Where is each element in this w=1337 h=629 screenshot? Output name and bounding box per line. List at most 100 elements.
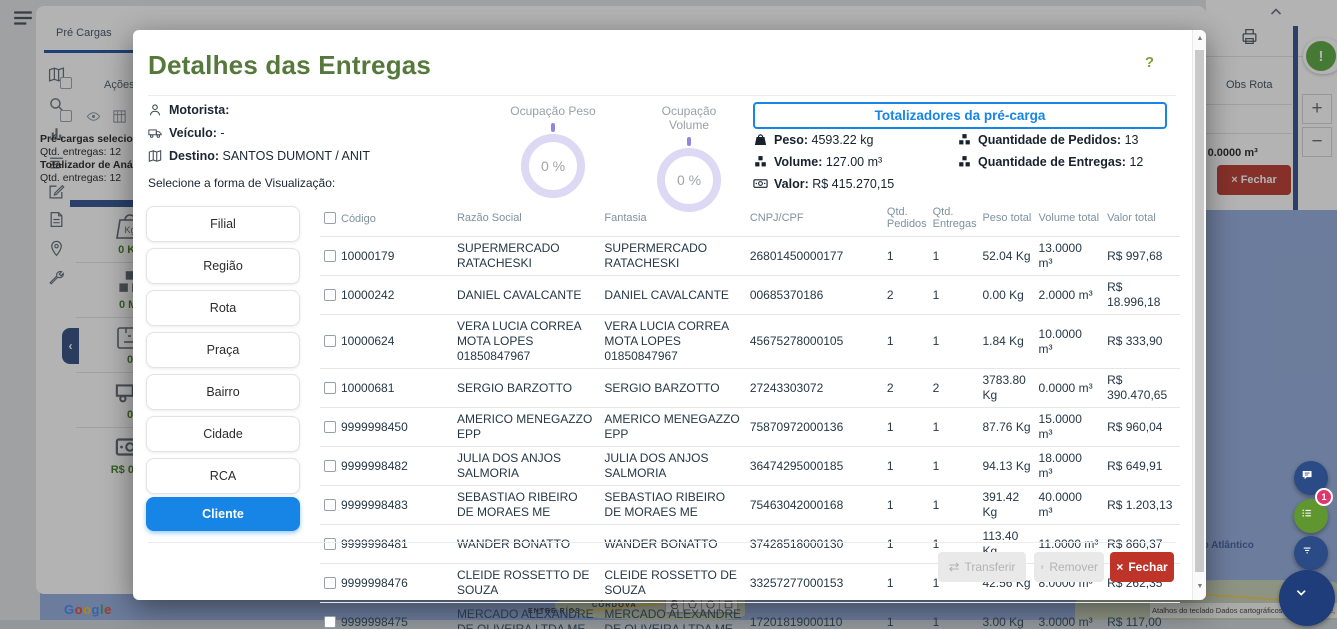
codigo-cell: 10000179 — [320, 237, 453, 276]
razao-social-cell: DANIEL CAVALCANTE — [453, 276, 600, 315]
gauge-volume: Ocupação Volume0 % — [641, 104, 737, 212]
chevron-down-icon — [1292, 583, 1323, 614]
codigo-cell: 10000624 — [320, 315, 453, 369]
qtd-entregas-cell: 1 — [929, 237, 979, 276]
valor-cell: R$ 1.203,13 — [1103, 486, 1180, 525]
qtd-entregas-cell: 1 — [929, 276, 979, 315]
table-row: 10000624VERA LUCIA CORREA MOTA LOPES 018… — [320, 315, 1180, 369]
select-all-checkbox[interactable] — [324, 212, 336, 224]
valor-cell: R$ 390.470,65 — [1103, 369, 1180, 408]
razao-social-cell: MERCADO ALEXANDRE DE OLIVEIRA LTDA ME — [453, 603, 600, 629]
view-button-filial[interactable]: Filial — [146, 206, 300, 242]
qtd-entregas-cell: 1 — [929, 603, 979, 629]
scroll-down-arrow[interactable]: ▼ — [1193, 583, 1207, 590]
column-header: Razão Social — [453, 202, 600, 237]
view-button-cliente[interactable]: Cliente — [146, 497, 300, 531]
cubes-icon — [957, 154, 972, 169]
row-checkbox[interactable] — [324, 382, 336, 394]
qtd-pedidos-cell: 1 — [883, 603, 929, 629]
razao-social-cell: SERGIO BARZOTTO — [453, 369, 600, 408]
trash-icon — [1040, 561, 1044, 573]
destino-row: Destino: SANTOS DUMONT / ANIT — [148, 149, 370, 163]
column-header: Qtd. Entregas — [929, 202, 979, 237]
help-button[interactable]: ? — [1145, 54, 1154, 71]
view-button-cidade[interactable]: Cidade — [146, 416, 300, 452]
row-checkbox[interactable] — [324, 421, 336, 433]
peso-cell: 3.00 Kg — [978, 603, 1034, 629]
fantasia-cell: CLEIDE ROSSETTO DE SOUZA — [600, 564, 745, 603]
column-header: Peso total — [978, 202, 1034, 237]
qtd-pedidos-row: Quantidade de Pedidos: 13 — [957, 132, 1138, 147]
qtd-pedidos-cell: 1 — [883, 237, 929, 276]
fantasia-cell: MERCADO ALEXANDRE DE OLIVEIRA LTDA ME — [600, 603, 745, 629]
codigo-cell: 9999998476 — [320, 564, 453, 603]
peso-cell: 1.84 Kg — [978, 315, 1034, 369]
peso-cell: 0.00 Kg — [978, 276, 1034, 315]
cnpj-cell: 00685370186 — [746, 276, 883, 315]
valor-cell: R$ 333,90 — [1103, 315, 1180, 369]
view-button-rca[interactable]: RCA — [146, 458, 300, 494]
razao-social-cell: JULIA DOS ANJOS SALMORIA — [453, 447, 600, 486]
qtd-pedidos-cell: 2 — [883, 369, 929, 408]
row-checkbox[interactable] — [324, 577, 336, 589]
fantasia-cell: SERGIO BARZOTTO — [600, 369, 745, 408]
cnpj-cell: 37428518000130 — [746, 525, 883, 564]
peso-cell: 87.76 Kg — [978, 408, 1034, 447]
qtd-pedidos-cell: 1 — [883, 315, 929, 369]
filter-icon — [1301, 543, 1321, 563]
razao-social-cell: VERA LUCIA CORREA MOTA LOPES 01850847967 — [453, 315, 600, 369]
qtd-entregas-cell: 1 — [929, 486, 979, 525]
valor-cell: R$ 997,68 — [1103, 237, 1180, 276]
filter-fab-button[interactable] — [1294, 536, 1328, 570]
destino-label: Destino: — [169, 149, 219, 163]
modal-title: Detalhes das Entregas — [148, 50, 431, 81]
map-icon — [148, 149, 162, 163]
view-button-bairro[interactable]: Bairro — [146, 374, 300, 410]
cnpj-cell: 75870972000136 — [746, 408, 883, 447]
modal-scrollbar[interactable]: ▲ ▼ — [1192, 30, 1206, 600]
row-checkbox[interactable] — [324, 616, 336, 628]
qtd-pedidos-cell: 1 — [883, 525, 929, 564]
row-checkbox[interactable] — [324, 289, 336, 301]
close-icon: × — [1116, 560, 1123, 574]
volume-total-row: Volume: 127.00 m³ — [753, 154, 882, 169]
fantasia-cell: VERA LUCIA CORREA MOTA LOPES 01850847967 — [600, 315, 745, 369]
view-button-praça[interactable]: Praça — [146, 332, 300, 368]
peso-total-row: Peso: 4593.22 kg — [753, 132, 873, 147]
table-row: 9999998475MERCADO ALEXANDRE DE OLIVEIRA … — [320, 603, 1180, 629]
razao-social-cell: SUPERMERCADO RATACHESKI — [453, 237, 600, 276]
fantasia-cell: JULIA DOS ANJOS SALMORIA — [600, 447, 745, 486]
motorista-label: Motorista: — [169, 103, 229, 117]
gauge-tick — [687, 137, 691, 146]
row-checkbox[interactable] — [324, 538, 336, 550]
transferir-button[interactable]: ⇄Transferir — [938, 552, 1026, 582]
qtd-entregas-row: Quantidade de Entregas: 12 — [957, 154, 1143, 169]
volume-cell: 0.0000 m³ — [1035, 369, 1104, 408]
fantasia-cell: SEBASTIAO RIBEIRO DE MORAES ME — [600, 486, 745, 525]
qtd-entregas-cell: 1 — [929, 315, 979, 369]
truck-icon — [148, 126, 162, 140]
cnpj-cell: 17201819000110 — [746, 603, 883, 629]
view-button-região[interactable]: Região — [146, 248, 300, 284]
scroll-up-arrow[interactable]: ▲ — [1193, 35, 1207, 42]
detalhes-entregas-modal: Detalhes das Entregas ? Motorista: Veícu… — [133, 30, 1206, 600]
row-checkbox[interactable] — [324, 250, 336, 262]
valor-total-row: Valor: R$ 415.270,15 — [753, 176, 894, 191]
fantasia-cell: SUPERMERCADO RATACHESKI — [600, 237, 745, 276]
valor-cell: R$ 18.996,18 — [1103, 276, 1180, 315]
scrollbar-thumb[interactable] — [1195, 50, 1204, 572]
valor-cell: R$ 960,04 — [1103, 408, 1180, 447]
row-checkbox[interactable] — [324, 460, 336, 472]
peso-cell: 94.13 Kg — [978, 447, 1034, 486]
collapse-fab-button[interactable] — [1279, 570, 1335, 626]
view-button-rota[interactable]: Rota — [146, 290, 300, 326]
table-row: 9999998450AMERICO MENEGAZZO EPPAMERICO M… — [320, 408, 1180, 447]
fechar-button[interactable]: ×Fechar — [1110, 552, 1174, 582]
qtd-pedidos-cell: 1 — [883, 564, 929, 603]
row-checkbox[interactable] — [324, 335, 336, 347]
remover-button[interactable]: Remover — [1034, 552, 1104, 582]
fantasia-cell: WANDER BONATTO — [600, 525, 745, 564]
notification-badge: 1 — [1315, 488, 1333, 506]
person-icon — [148, 103, 162, 117]
row-checkbox[interactable] — [324, 499, 336, 511]
